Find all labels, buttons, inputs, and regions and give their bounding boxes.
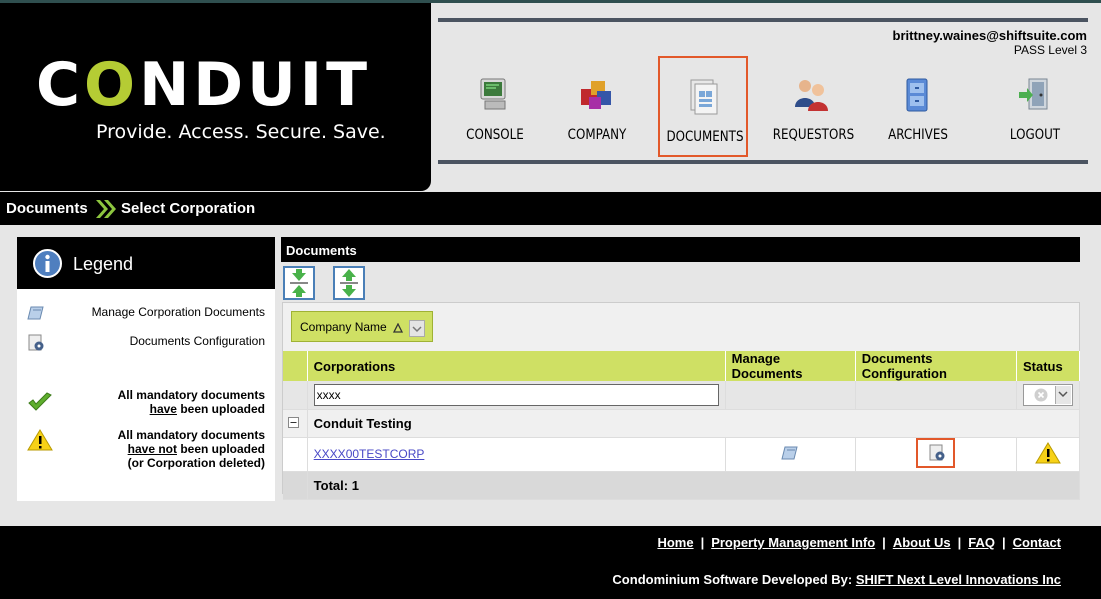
nav-company[interactable]: COMPANY bbox=[552, 56, 642, 157]
expand-all-button[interactable] bbox=[283, 266, 315, 300]
documents-icon bbox=[690, 79, 718, 115]
clear-filter-icon[interactable] bbox=[1034, 388, 1048, 402]
footer-link-faq[interactable]: FAQ bbox=[968, 535, 995, 550]
nav-label: REQUESTORS bbox=[772, 127, 855, 143]
group-dropdown-button[interactable] bbox=[409, 320, 425, 337]
green-check-icon bbox=[28, 392, 52, 411]
group-by-company-name[interactable]: Company Name bbox=[291, 311, 433, 342]
table-footer-row: Total: 1 bbox=[283, 471, 1081, 500]
manage-docs-icon bbox=[27, 306, 44, 320]
chevron-right-icon bbox=[96, 200, 116, 218]
legend-label: Manage Corporation Documents bbox=[91, 305, 265, 319]
nav-requestors[interactable]: REQUESTORS bbox=[766, 56, 856, 157]
warning-icon bbox=[27, 429, 53, 451]
corporations-table: Corporations Manage Documents Documents … bbox=[283, 351, 1081, 500]
nav-label: CONSOLE bbox=[466, 127, 524, 143]
nav-label: DOCUMENTS bbox=[666, 129, 744, 145]
group-by-label: Company Name bbox=[300, 320, 387, 334]
legend-title: Legend bbox=[73, 254, 134, 274]
chevron-down-icon bbox=[1058, 391, 1068, 397]
collapse-group-icon[interactable] bbox=[288, 416, 299, 428]
footer-link-about-us[interactable]: About Us bbox=[893, 535, 951, 550]
footer-credit: Condominium Software Developed By: SHIFT… bbox=[612, 572, 1061, 587]
manage-docs-icon[interactable] bbox=[781, 445, 799, 461]
breadcrumb-select-corporation: Select Corporation bbox=[121, 200, 256, 217]
collapse-all-icon bbox=[340, 269, 358, 297]
column-header-manage-documents[interactable]: Manage Documents bbox=[725, 351, 856, 381]
documents-panel: Documents Company Name Corporations Mana… bbox=[281, 237, 1081, 500]
group-row: Conduit Testing bbox=[283, 409, 1081, 438]
nav-archives[interactable]: ARCHIVES bbox=[873, 56, 963, 157]
company-cubes-icon bbox=[581, 81, 611, 109]
total-count: Total: 1 bbox=[307, 471, 1081, 500]
footer-link-contact[interactable]: Contact bbox=[1013, 535, 1061, 550]
legend-label: Documents Configuration bbox=[129, 334, 265, 348]
nav-label: LOGOUT bbox=[1009, 127, 1061, 143]
breadcrumb: Documents Select Corporation bbox=[0, 192, 1101, 225]
nav-logout[interactable]: LOGOUT bbox=[990, 56, 1080, 157]
column-header-corporations[interactable]: Corporations bbox=[307, 351, 726, 381]
status-filter-select[interactable] bbox=[1022, 383, 1073, 406]
legend-label: All mandatory documents have not been up… bbox=[117, 428, 265, 470]
logo: CONDUIT bbox=[36, 50, 372, 120]
breadcrumb-documents[interactable]: Documents bbox=[6, 200, 88, 217]
nav-label: ARCHIVES bbox=[888, 127, 948, 143]
footer-link-home[interactable]: Home bbox=[657, 535, 693, 550]
footer-links: Home | Property Management Info | About Us | F… bbox=[657, 535, 1061, 550]
logo-banner: CONDUIT Provide. Access. Secure. Save. bbox=[0, 3, 431, 191]
corporation-link[interactable]: XXXX00TESTCORP bbox=[314, 447, 425, 461]
top-navigation: brittney.waines@shiftsuite.com PASS Leve… bbox=[438, 3, 1088, 191]
user-email: brittney.waines@shiftsuite.com bbox=[892, 28, 1087, 43]
warning-icon bbox=[1035, 441, 1061, 463]
chevron-down-icon bbox=[412, 326, 422, 333]
doc-config-icon bbox=[28, 334, 44, 351]
nav-top-rule bbox=[438, 18, 1088, 22]
nav-label: COMPANY bbox=[567, 127, 627, 143]
nav-console[interactable]: CONSOLE bbox=[450, 56, 540, 157]
user-level: PASS Level 3 bbox=[1013, 43, 1087, 57]
sort-ascending-icon[interactable] bbox=[393, 323, 403, 333]
legend-label: All mandatory documents have been upload… bbox=[117, 388, 265, 416]
table-header-row: Corporations Manage Documents Documents … bbox=[283, 351, 1081, 381]
nav-documents[interactable]: DOCUMENTS bbox=[658, 56, 748, 157]
group-label: Conduit Testing bbox=[307, 409, 1081, 438]
filter-row bbox=[283, 381, 1081, 410]
logo-tagline: Provide. Access. Secure. Save. bbox=[96, 121, 386, 143]
nav-bottom-rule bbox=[438, 160, 1088, 164]
status-dropdown-button[interactable] bbox=[1054, 385, 1071, 404]
table-row: XXXX00TESTCORP bbox=[283, 437, 1081, 472]
footer-credit-link[interactable]: SHIFT Next Level Innovations Inc bbox=[856, 572, 1061, 587]
documents-grid: Company Name Corporations Manage Documen… bbox=[282, 302, 1081, 500]
column-header-documents-configuration[interactable]: Documents Configuration bbox=[855, 351, 1017, 381]
doc-config-button[interactable] bbox=[916, 437, 956, 468]
page-footer: Home | Property Management Info | About Us | F… bbox=[0, 526, 1101, 599]
corporation-filter-input[interactable] bbox=[313, 383, 719, 406]
collapse-all-button[interactable] bbox=[333, 266, 365, 300]
doc-config-icon bbox=[929, 444, 945, 460]
header-spacer bbox=[283, 351, 308, 381]
people-icon bbox=[795, 80, 828, 111]
door-exit-icon bbox=[1019, 78, 1048, 110]
footer-link-property-management[interactable]: Property Management Info bbox=[711, 535, 875, 550]
info-icon bbox=[33, 249, 62, 278]
column-header-status[interactable]: Status bbox=[1016, 351, 1081, 381]
monitor-icon bbox=[480, 78, 506, 110]
legend-header: Legend bbox=[17, 237, 275, 289]
legend-panel: Legend Manage Corporation Documents Docu… bbox=[17, 237, 275, 501]
expand-all-icon bbox=[290, 269, 308, 297]
documents-panel-title: Documents bbox=[281, 237, 1080, 262]
archive-cabinet-icon bbox=[906, 78, 928, 112]
